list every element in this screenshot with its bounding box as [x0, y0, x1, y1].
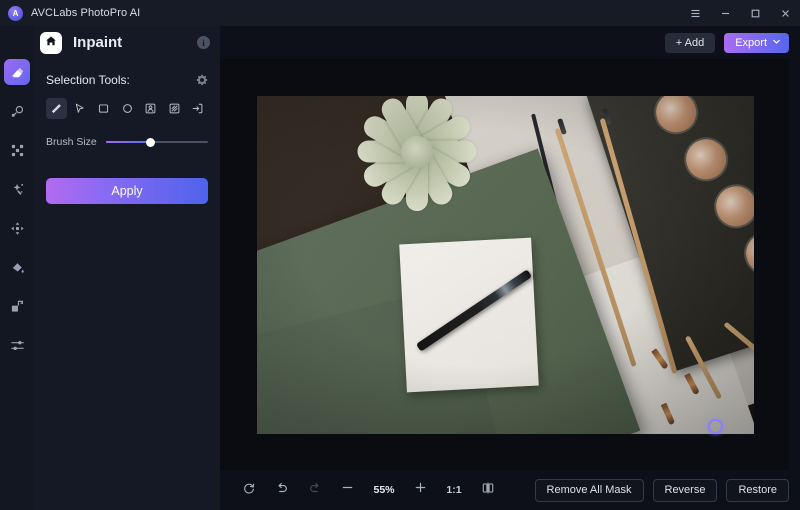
undo-button[interactable]	[265, 477, 298, 503]
object-move-icon	[10, 221, 25, 236]
reverse-button[interactable]: Reverse	[652, 478, 718, 502]
close-icon[interactable]	[770, 0, 800, 26]
minimize-icon[interactable]	[710, 0, 740, 26]
canvas-viewport[interactable]	[220, 59, 789, 470]
main-toolbar: + Add Export	[220, 26, 800, 59]
app-logo-icon: A	[8, 5, 23, 21]
main-content-area: + Add Export 55% 1:1 Remove All Mask Rev…	[220, 26, 800, 510]
sidebar-item-magic-wand[interactable]	[4, 176, 30, 202]
selection-tools-row	[46, 98, 208, 119]
apply-button[interactable]: Apply	[46, 178, 208, 204]
split-compare-icon	[481, 481, 495, 500]
sidebar-item-inpaint[interactable]	[4, 59, 30, 85]
diagonal-frame-icon	[168, 102, 181, 115]
photo-vignette	[257, 96, 754, 434]
pattern-select-tool[interactable]	[164, 98, 185, 119]
cursor-arrow-icon	[73, 102, 86, 115]
info-icon[interactable]: i	[197, 36, 210, 49]
redo-icon	[308, 481, 322, 500]
reset-button[interactable]	[232, 477, 265, 503]
application-window: A AVCLabs PhotoPro AI Inpaint i Selectio…	[0, 0, 800, 510]
gear-icon[interactable]	[196, 74, 208, 86]
brush-size-label: Brush Size	[46, 136, 97, 148]
person-frame-icon	[144, 102, 157, 115]
selection-tools-section: Selection Tools: Brush Size	[34, 59, 220, 148]
chevron-down-icon	[772, 37, 781, 49]
panel-header: Inpaint i	[34, 26, 220, 59]
undo-icon	[275, 481, 289, 500]
page-title: Inpaint	[73, 34, 123, 51]
redo-button[interactable]	[298, 477, 331, 503]
home-icon	[45, 34, 57, 52]
sidebar-item-color-fill[interactable]	[4, 254, 30, 280]
slider-knob[interactable]	[146, 137, 156, 147]
remove-all-mask-button[interactable]: Remove All Mask	[534, 478, 644, 502]
zoom-level-label: 55%	[373, 484, 395, 496]
adjust-sliders-icon	[10, 338, 25, 353]
sidebar-item-object-move[interactable]	[4, 215, 30, 241]
arrow-into-box-icon	[191, 102, 204, 115]
portrait-select-tool[interactable]	[140, 98, 161, 119]
slider-fill	[105, 141, 151, 143]
import-select-tool[interactable]	[187, 98, 208, 119]
bottom-toolbar-left: 55% 1:1	[220, 477, 504, 503]
rectangle-icon	[97, 102, 110, 115]
sidebar-item-adjust[interactable]	[4, 332, 30, 358]
add-button[interactable]: + Add	[664, 32, 716, 53]
canvas-background	[220, 59, 789, 470]
export-label: Export	[735, 36, 767, 49]
color-fill-icon	[10, 260, 25, 275]
bottom-toolbar-right: Remove All Mask Reverse Restore	[534, 478, 789, 502]
sidebar-item-photo-enhance[interactable]	[4, 98, 30, 124]
hamburger-menu-icon[interactable]	[680, 0, 710, 26]
ai-photo-enhance-icon	[10, 104, 25, 119]
application-body: Inpaint i Selection Tools: Brush Size Ap…	[0, 26, 800, 510]
tool-rail-sidebar	[0, 26, 34, 510]
maximize-icon[interactable]	[740, 0, 770, 26]
left-tool-panel: Inpaint i Selection Tools: Brush Size Ap…	[34, 26, 220, 510]
brush-tool[interactable]	[46, 98, 67, 119]
ellipse-select-tool[interactable]	[117, 98, 138, 119]
magic-wand-icon	[10, 182, 25, 197]
brush-icon	[50, 102, 63, 115]
lasso-tool[interactable]	[70, 98, 91, 119]
circle-icon	[121, 102, 134, 115]
zoom-in-button[interactable]	[404, 477, 437, 503]
window-controls	[680, 0, 800, 26]
reset-rotate-icon	[242, 481, 256, 500]
minus-icon	[341, 481, 354, 499]
brush-size-slider[interactable]	[105, 136, 208, 148]
brush-cursor-circle	[708, 419, 723, 434]
resize-expand-icon	[10, 299, 25, 314]
restore-button[interactable]: Restore	[726, 478, 789, 502]
zoom-out-button[interactable]	[331, 477, 364, 503]
plus-icon	[414, 481, 427, 499]
rectangle-select-tool[interactable]	[93, 98, 114, 119]
title-bar: A AVCLabs PhotoPro AI	[0, 0, 800, 26]
inpaint-eraser-icon	[10, 65, 25, 80]
app-logo-letter: A	[12, 8, 19, 18]
sidebar-item-resize-expand[interactable]	[4, 293, 30, 319]
compare-button[interactable]	[471, 477, 504, 503]
sidebar-item-background-remove[interactable]	[4, 137, 30, 163]
bottom-toolbar: 55% 1:1 Remove All Mask Reverse Restore	[220, 470, 800, 510]
selection-tools-header: Selection Tools:	[46, 73, 208, 87]
edited-photo[interactable]	[257, 96, 754, 434]
fit-ratio-button[interactable]: 1:1	[437, 484, 471, 496]
export-button[interactable]: Export	[724, 32, 789, 53]
app-title: AVCLabs PhotoPro AI	[31, 7, 141, 19]
selection-tools-label: Selection Tools:	[46, 73, 130, 87]
brush-size-control: Brush Size	[46, 136, 208, 148]
home-button[interactable]	[40, 31, 62, 54]
background-remove-icon	[10, 143, 25, 158]
